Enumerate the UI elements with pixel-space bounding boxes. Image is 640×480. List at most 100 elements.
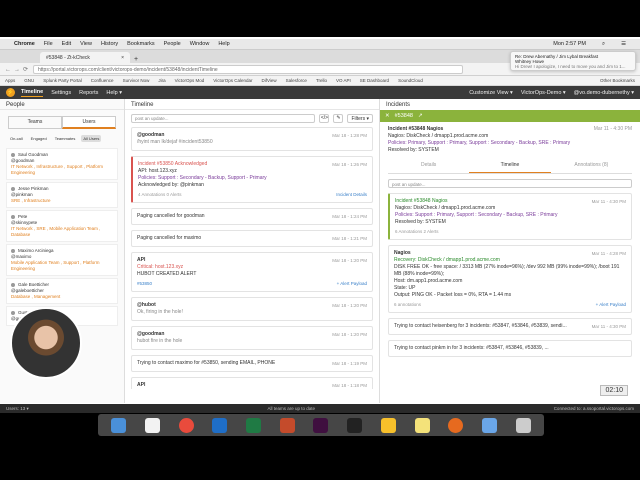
users-count[interactable]: Users: 13 ▾ [6,406,29,411]
menu-window[interactable]: Window [190,41,210,47]
tab-teams[interactable]: Teams [8,116,62,129]
chrome-icon[interactable] [178,417,194,433]
menu-chrome[interactable]: Chrome [14,41,35,47]
incident-link[interactable]: #53850 [137,280,152,287]
close-icon[interactable]: × [121,55,124,61]
entry-time: Mar 18 - 1:26 PM [332,162,367,167]
menu-list-icon[interactable]: ☰ [621,41,626,48]
slack-icon[interactable] [313,417,329,433]
notes-icon[interactable] [414,417,430,433]
incident-check: Nagios: DiskCheck / dmapp1.prod.acme.com [388,133,489,139]
connection-status: Connected to: a.ssoportal.victorops.com [553,406,634,411]
bookmark[interactable]: DifView [261,78,276,83]
menu-help[interactable]: Help [218,41,229,47]
card-recovery: Recovery: DiskCheck / dmapp1.prod.acme.c… [394,257,500,263]
chat-icon[interactable]: ✎ [333,114,344,123]
entry-time: Mar 18 - 1:28 PM [332,133,367,138]
filter-teammates[interactable]: Teammates [53,135,78,142]
person-teams: Database , Management [11,294,61,299]
bookmark[interactable]: Jira [158,78,165,83]
outlook-icon[interactable] [212,417,228,433]
list-item[interactable]: Pete @skinnypete IT Network , SRE , Mobile… [6,210,118,242]
tab-annotations[interactable]: Annotations (8) [551,159,632,173]
menu-edit[interactable]: Edit [62,41,71,47]
timeline-entry: Mar 18 - 1:24 PM Paging cancelled for goo… [131,208,373,225]
new-tab-button[interactable]: + [134,56,138,63]
menu-history[interactable]: History [101,41,118,47]
bookmark[interactable]: Other Bookmarks [600,78,635,83]
alert-payload-link[interactable]: + Alert Payload [596,301,626,308]
bookmark[interactable]: Survivor Now [123,78,150,83]
incident-details-link[interactable]: Incident Details [336,191,367,198]
nav-reports[interactable]: Reports [79,90,98,96]
sketch-icon[interactable] [380,417,396,433]
search-icon[interactable]: ⌕ [602,41,605,48]
menu-file[interactable]: File [44,41,53,47]
bookmark[interactable]: VO API [336,78,351,83]
browser-tab[interactable]: #53848 - Zt-kCheck × [40,52,130,63]
finder-icon[interactable] [111,417,127,433]
list-item[interactable]: Gale Boetticher @galeboetticher Database ,… [6,278,118,304]
timeline-search-input[interactable]: post an update... [131,114,316,123]
code-icon[interactable]: </> [319,114,330,123]
incident-resolved: Resolved by: SYSTEM [388,147,439,153]
excel-icon[interactable] [246,417,262,433]
victorops-logo-icon[interactable]: ⚡ [6,88,15,97]
incident-number[interactable]: #53848 [395,113,413,119]
incident-card: Trying to contact pinkm in for 3 inciden… [388,340,632,357]
alert-payload-link[interactable]: + Alert Payload [337,280,367,287]
firefox-icon[interactable] [448,417,464,433]
nav-help[interactable]: Help ▾ [106,90,122,96]
bookmark[interactable]: Splunk Party Portal [43,78,82,83]
nav-timeline[interactable]: Timeline [21,89,44,97]
tab-users[interactable]: Users [62,116,116,129]
bookmark[interactable]: SoundCloud [398,78,423,83]
tab-timeline[interactable]: Timeline [469,159,551,173]
bookmark[interactable]: VictorOps Mod [175,78,205,83]
bookmark[interactable]: GNU [24,78,34,83]
nav-settings[interactable]: Settings [51,90,71,96]
incident-search-input[interactable]: post an update... [388,179,632,188]
incident-bar: ✕ #53848 ↗ [380,110,640,122]
bookmark[interactable]: VictorOps Calendar [213,78,252,83]
list-item[interactable]: Maximo Arciniega @maximo Mobile Applicatio… [6,244,118,276]
terminal-icon[interactable] [347,417,363,433]
clock[interactable]: Mon 2:57 PM [553,41,586,48]
trash-icon[interactable] [515,417,531,433]
filter-all-users[interactable]: All Users [81,135,102,142]
bookmark[interactable]: Trello [316,78,327,83]
tab-details[interactable]: Details [388,159,469,173]
incident-title: Incident #53848 Nagios [388,126,444,132]
list-item[interactable]: Saul Goodman @goodman IT Network , Infrast… [6,148,118,180]
folder-icon[interactable] [481,417,497,433]
filter-engaged[interactable]: Engaged [29,135,49,142]
bookmark[interactable]: SE Dashboard [360,78,389,83]
webcam-overlay [10,307,82,379]
bookmark[interactable]: Salesforce [286,78,307,83]
filter-oncall[interactable]: On-call [8,135,25,142]
bookmark[interactable]: Confluence [91,78,114,83]
menu-view[interactable]: View [80,41,92,47]
customize-view-menu[interactable]: Customize View ▾ [469,90,513,96]
status-dot-icon [11,187,15,191]
org-menu[interactable]: VictorOps-Demo ▾ [521,90,566,96]
powerpoint-icon[interactable] [279,417,295,433]
menu-bookmarks[interactable]: Bookmarks [127,41,155,47]
status-footer: Users: 13 ▾ All teams are up to date Conne… [0,404,640,413]
card-annotations: 6 annotations [394,302,422,307]
browser-window: #53848 - Zt-kCheck × + ←→⟳ https://portal… [0,37,640,413]
bookmark[interactable]: Apps [5,78,15,83]
close-icon[interactable]: ✕ [385,113,390,119]
url-field[interactable]: https://portal.victorops.com/client/vict… [33,64,463,74]
list-item[interactable]: Jesse Pinkman @pinkman SRE , Infrastructur… [6,182,118,208]
notification-body: Hi Drew! I apologize, I need to move you… [515,64,626,69]
external-link-icon[interactable]: ↗ [418,113,423,119]
nav-arrows-icon[interactable]: ←→⟳ [5,66,33,73]
filters-button[interactable]: Filters ▾ [347,114,373,123]
user-menu[interactable]: @vo.demo-dubernethy ▾ [574,90,634,96]
menu-people[interactable]: People [164,41,181,47]
timeline-entry: Mar 18 - 1:20 PM API Critical: host.123.xy… [131,252,373,292]
calendar-icon[interactable] [145,417,161,433]
mail-notification[interactable]: Re: Drew Abernathy / Jim Lybal Breakfast… [510,51,636,71]
card-line: Host: dm.app1.prod.acme.com [394,278,463,284]
